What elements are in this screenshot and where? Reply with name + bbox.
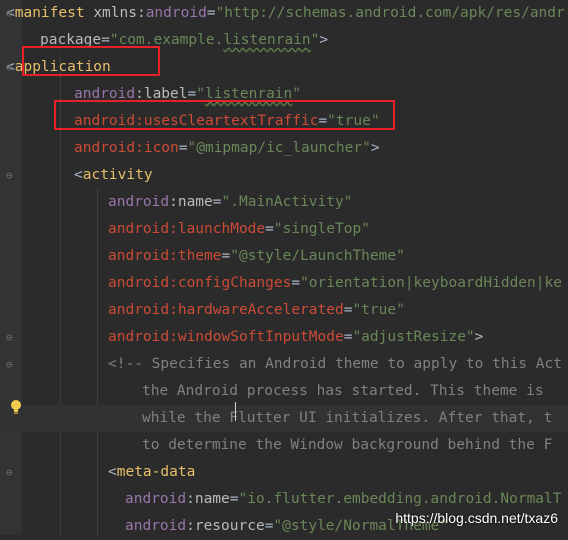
code-line[interactable]: the Android process has started. This th… [0, 378, 568, 405]
code-token: while the Flutter UI initializes. After … [142, 410, 553, 426]
code-token: > [474, 329, 484, 345]
code-token: < [74, 167, 83, 183]
fold-marker-icon[interactable]: ⊖ [6, 459, 16, 486]
code-token: < [108, 464, 117, 480]
text-caret [235, 402, 236, 421]
code-line-content: android:name=".MainActivity" [108, 189, 352, 216]
code-token: android:configChanges [108, 275, 292, 291]
code-line[interactable]: android:theme="@style/LaunchTheme" [0, 243, 568, 270]
code-token: activity [82, 167, 153, 183]
code-token: manifest [14, 5, 94, 21]
code-line-content: while the Flutter UI initializes. After … [142, 405, 552, 432]
code-line-content: <manifest xmlns:android="http://schemas.… [6, 0, 565, 27]
highlight-box-application [22, 46, 160, 76]
code-token: the Android process has started. This th… [142, 383, 544, 399]
code-token: ".MainActivity" [221, 194, 353, 210]
code-token: "adjustResize" [352, 329, 475, 345]
code-line-content: android:launchMode="singleTop" [108, 216, 370, 243]
code-token: android:windowSoftInputMode [108, 329, 344, 345]
code-line[interactable]: android:icon="@mipmap/ic_launcher"> [0, 135, 568, 162]
code-line-content: to determine the Window background behin… [142, 432, 552, 459]
code-token: meta-data [116, 464, 196, 480]
code-line[interactable]: android:name=".MainActivity" [0, 189, 568, 216]
code-line-content: android:theme="@style/LaunchTheme" [108, 243, 405, 270]
code-line-content: the Android process has started. This th… [142, 378, 544, 405]
code-line-content: android:name="io.flutter.embedding.andro… [125, 486, 562, 513]
code-token: = [212, 194, 222, 210]
code-line[interactable]: android:name="io.flutter.embedding.andro… [0, 486, 568, 513]
code-line-content: <activity [74, 162, 153, 189]
code-line-content: <!-- Specifies an Android theme to apply… [108, 351, 562, 378]
code-token: = [206, 5, 216, 21]
code-token: android [145, 5, 207, 21]
code-line-content: android:hardwareAccelerated="true" [108, 297, 405, 324]
code-token: android:icon [74, 140, 179, 156]
code-line[interactable]: android:configChanges="orientation|keybo… [0, 270, 568, 297]
code-line[interactable]: <meta-data [0, 459, 568, 486]
code-token: <!-- Specifies an Android theme to apply… [108, 356, 562, 372]
code-token: = [221, 248, 231, 264]
code-line-content: android:icon="@mipmap/ic_launcher"> [74, 135, 380, 162]
code-token: > [370, 140, 380, 156]
code-line[interactable]: while the Flutter UI initializes. After … [0, 405, 568, 432]
highlight-box-cleartext [54, 100, 395, 130]
code-token: = [265, 221, 274, 237]
code-token: xmlns: [93, 5, 146, 21]
code-token: android [108, 194, 170, 210]
code-token: "singleTop" [273, 221, 370, 237]
code-token: "http://schemas.android.com/apk/res/andr [215, 5, 565, 21]
fold-marker-icon[interactable]: ⊖ [6, 162, 16, 189]
code-token: android:theme [108, 248, 222, 264]
code-line[interactable]: android:launchMode="singleTop" [0, 216, 568, 243]
code-editor[interactable]: <manifest xmlns:android="http://schemas.… [0, 0, 568, 535]
code-line[interactable]: <!-- Specifies an Android theme to apply… [0, 351, 568, 378]
watermark: https://blog.csdn.net/txaz6 [395, 510, 558, 526]
code-token: "io.flutter.embedding.android.NormalT [238, 491, 562, 507]
fold-marker-icon[interactable]: ⊖ [6, 54, 16, 81]
code-token: "orientation|keyboardHidden|ke [300, 275, 562, 291]
code-line[interactable]: android:hardwareAccelerated="true" [0, 297, 568, 324]
code-line[interactable]: <activity [0, 162, 568, 189]
code-line-content: <meta-data [108, 459, 195, 486]
code-line[interactable]: to determine the Window background behin… [0, 432, 568, 459]
code-token: = [229, 491, 239, 507]
code-token: = [291, 275, 301, 291]
fold-marker-icon[interactable]: ⊖ [6, 351, 16, 378]
code-line-content: android:configChanges="orientation|keybo… [108, 270, 562, 297]
code-token: = [178, 140, 188, 156]
code-token: android:launchMode [108, 221, 266, 237]
code-token: android:hardwareAccelerated [108, 302, 344, 318]
code-token: android [125, 491, 187, 507]
lightbulb-icon[interactable] [10, 399, 22, 415]
code-line[interactable]: android:windowSoftInputMode="adjustResiz… [0, 324, 568, 351]
code-token: "@mipmap/ic_launcher" [187, 140, 371, 156]
code-token: listenrain [223, 32, 311, 48]
code-token: :resource [186, 518, 265, 534]
code-token: :name [186, 491, 230, 507]
code-token: "true" [352, 302, 405, 318]
code-line-content: android:windowSoftInputMode="adjustResiz… [108, 324, 483, 351]
fold-marker-icon[interactable]: ⊖ [6, 324, 16, 351]
code-token: "@style/LaunchTheme" [230, 248, 405, 264]
code-token: to determine the Window background behin… [142, 437, 553, 453]
code-line[interactable]: <manifest xmlns:android="http://schemas.… [0, 0, 568, 27]
fold-marker-icon[interactable]: ⊖ [6, 0, 16, 27]
code-token: :name [169, 194, 213, 210]
code-token: android [125, 518, 187, 534]
code-token: > [319, 32, 329, 48]
